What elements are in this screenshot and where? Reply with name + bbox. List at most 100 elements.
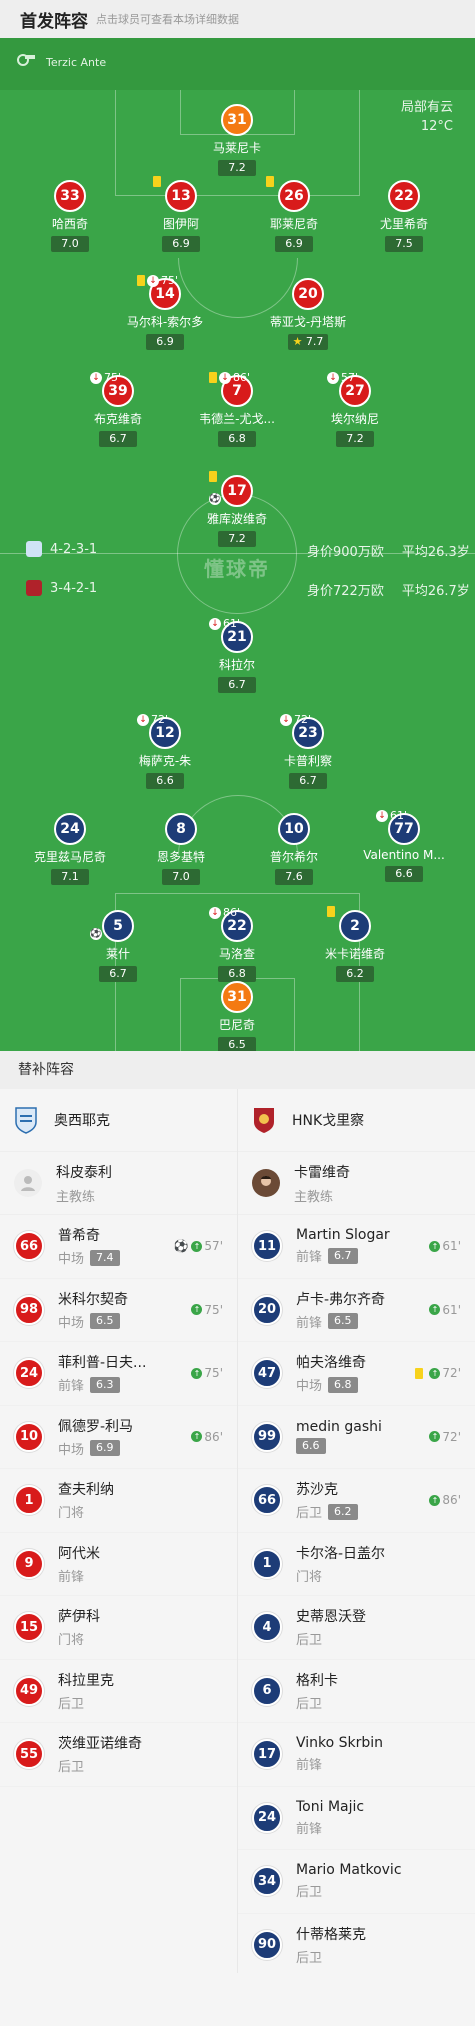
- rating-value: 6.5: [228, 1038, 246, 1051]
- sub-meta: 门将: [58, 1502, 114, 1521]
- home-player[interactable]: 31 马莱尼卡 7.2: [177, 104, 297, 176]
- left-team-header[interactable]: 奥西耶克: [0, 1089, 237, 1152]
- right-team-header[interactable]: HNK戈里察: [238, 1089, 475, 1152]
- sub-out-icon: ↓: [147, 274, 159, 287]
- rating-value: 6.8: [228, 432, 246, 445]
- away-player[interactable]: 31 巴尼奇 6.5: [177, 981, 297, 1051]
- sub-number: 6: [252, 1675, 282, 1706]
- sub-rating: 6.5: [90, 1313, 120, 1330]
- player-rating: ★ 7.7: [287, 334, 329, 350]
- home-player[interactable]: 27 ↓ 57' 埃尔纳尼 7.2: [295, 371, 415, 447]
- player-name: 恩多基特: [156, 850, 205, 864]
- sub-player-row[interactable]: 47 帕夫洛维奇 中场 6.8 ↑ 72': [238, 1342, 475, 1406]
- sub-meta: 后卫: [296, 1629, 366, 1648]
- sub-player-row[interactable]: 49 科拉里克 后卫: [0, 1660, 237, 1723]
- sub-number: 9: [14, 1548, 44, 1579]
- away-value-age: 身价722万欧 平均26.7岁: [307, 580, 470, 599]
- home-age: 平均26.3岁: [401, 545, 470, 560]
- away-player[interactable]: 24 克里兹马尼奇 7.1: [10, 813, 130, 885]
- home-player[interactable]: 17 ⚽ 雅库波维奇 7.2: [177, 471, 297, 547]
- goal-ball-icon: ⚽: [90, 928, 102, 940]
- sub-number: 55: [14, 1739, 44, 1770]
- sub-position: 前锋: [58, 1569, 85, 1585]
- away-player[interactable]: 21 ↓ 61' 科拉尔 6.7: [177, 617, 297, 693]
- sub-player-row[interactable]: 55 茨维亚诺维奇 后卫: [0, 1723, 237, 1787]
- sub-player-row[interactable]: 99 medin gashi 6.6 ↑ 72': [238, 1406, 475, 1469]
- home-player[interactable]: 13 图伊阿 6.9: [121, 176, 241, 252]
- player-events: [153, 176, 163, 187]
- player-rating: 7.2: [218, 531, 256, 547]
- gorica-crest-icon: [254, 1108, 274, 1133]
- home-player[interactable]: 39 ↓ 75' 布克维奇 6.7: [58, 371, 178, 447]
- away-player[interactable]: 77 ↓ 61' Valentino M... 6.6: [344, 809, 464, 882]
- sub-minute: 61': [442, 1239, 461, 1253]
- home-player[interactable]: 14 ↓ 75' 马尔科-索尔多 6.9: [105, 274, 225, 350]
- rating-value: 7.1: [61, 870, 79, 883]
- left-coach[interactable]: 科皮泰利 主教练: [0, 1152, 237, 1215]
- sub-name: 查夫利纳: [58, 1482, 114, 1499]
- sub-player-row[interactable]: 66 普希奇 中场 7.4 ⚽ ↑ 57': [0, 1215, 237, 1279]
- sub-number: 15: [14, 1612, 44, 1643]
- away-player[interactable]: 12 ↓ 72' 梅萨克-朱 6.6: [105, 713, 225, 789]
- sub-player-row[interactable]: 24 菲利普-日夫... 前锋 6.3 ↑ 75': [0, 1342, 237, 1406]
- rating-value: 7.7: [305, 335, 324, 348]
- home-player[interactable]: 33 哈西奇 7.0: [10, 180, 130, 252]
- home-player[interactable]: 26 耶莱尼奇 6.9: [234, 176, 354, 252]
- home-value: 身价900万欧: [307, 545, 384, 560]
- subs-header: 替补阵容: [0, 1051, 475, 1089]
- sub-rating: 6.7: [328, 1247, 358, 1264]
- sub-minute: 86': [223, 906, 241, 919]
- sub-name: 阿代米: [58, 1545, 100, 1562]
- player-rating: 7.1: [51, 869, 89, 885]
- sub-rating: 6.9: [90, 1440, 120, 1457]
- sub-player-row[interactable]: 98 米科尔契奇 中场 6.5 ↑ 75': [0, 1279, 237, 1342]
- away-player[interactable]: 22 ↓ 86' 马洛查 6.8: [177, 906, 297, 982]
- sub-minute: 57': [204, 1239, 223, 1253]
- right-coach[interactable]: 卡雷维奇 主教练: [238, 1152, 475, 1215]
- away-player[interactable]: 8 恩多基特 7.0: [121, 813, 241, 885]
- sub-player-row[interactable]: 15 萨伊科 门将: [0, 1596, 237, 1660]
- away-player[interactable]: 23 ↓ 72' 卡普利察 6.7: [248, 713, 368, 789]
- sub-name: 格利卡: [296, 1672, 338, 1689]
- sub-player-row[interactable]: 20 卢卡-弗尔齐奇 前锋 6.5 ↑ 61': [238, 1279, 475, 1342]
- rating-value: 6.9: [172, 237, 190, 250]
- sub-position: 前锋: [296, 1315, 323, 1331]
- away-formation: 3-4-2-1: [26, 580, 97, 596]
- sub-player-row[interactable]: 11 Martin Slogar 前锋 6.7 ↑ 61': [238, 1215, 475, 1279]
- sub-position: 后卫: [58, 1696, 85, 1712]
- away-player[interactable]: 2 米卡诺维奇 6.2: [295, 906, 415, 982]
- sub-player-row[interactable]: 24 Toni Majic 前锋: [238, 1787, 475, 1850]
- home-player[interactable]: 20 蒂亚戈-丹塔斯 ★ 7.7: [248, 278, 368, 350]
- home-player[interactable]: 22 尤里希奇 7.5: [344, 180, 464, 252]
- rating-value: 7.5: [395, 237, 413, 250]
- sub-player-row[interactable]: 34 Mario Matkovic 后卫: [238, 1850, 475, 1914]
- sub-player-row[interactable]: 17 Vinko Skrbin 前锋: [238, 1723, 475, 1787]
- away-player[interactable]: 5 ⚽ 莱什 6.7: [58, 910, 178, 982]
- sub-player-row[interactable]: 10 佩德罗-利马 中场 6.9 ↑ 86': [0, 1406, 237, 1469]
- sub-name: 普希奇: [58, 1228, 100, 1245]
- sub-player-row[interactable]: 66 苏沙克 后卫 6.2 ↑ 86': [238, 1469, 475, 1533]
- rating-value: 6.9: [285, 237, 303, 250]
- home-player[interactable]: 7 ↓ 86' 韦德兰-尤戈... 6.8: [177, 371, 297, 447]
- sub-player-row[interactable]: 9 阿代米前锋: [0, 1533, 237, 1596]
- sub-player-row[interactable]: 90 什蒂格莱克 后卫: [238, 1914, 475, 1977]
- away-player[interactable]: 10 普尔希尔 7.6: [234, 813, 354, 885]
- sub-position: 门将: [296, 1569, 323, 1585]
- player-name: Valentino M...: [363, 848, 445, 862]
- sub-player-row[interactable]: 1 查夫利纳 门将: [0, 1469, 237, 1533]
- osijek-crest-icon: [15, 1107, 37, 1134]
- sub-minute: 75': [204, 1302, 223, 1317]
- sub-player-row[interactable]: 4 史蒂恩沃登后卫: [238, 1596, 475, 1660]
- sub-event: ↑ 75': [191, 1366, 223, 1380]
- sub-event: ↑ 86': [191, 1430, 223, 1444]
- sub-number: 4: [252, 1612, 282, 1643]
- sub-out-icon: ↓: [327, 371, 339, 384]
- sub-player-row[interactable]: 1 卡尔洛-日盖尔 门将: [238, 1533, 475, 1596]
- rating-value: 6.8: [228, 967, 246, 980]
- sub-minute: 61': [390, 809, 408, 822]
- sub-player-row[interactable]: 6 格利卡 后卫: [238, 1660, 475, 1723]
- player-events: [327, 906, 337, 917]
- sub-name: 史蒂恩沃登: [296, 1609, 366, 1626]
- header-subtitle: 点击球员可查看本场详细数据: [96, 13, 239, 26]
- sub-in-icon: ↑: [191, 1367, 203, 1379]
